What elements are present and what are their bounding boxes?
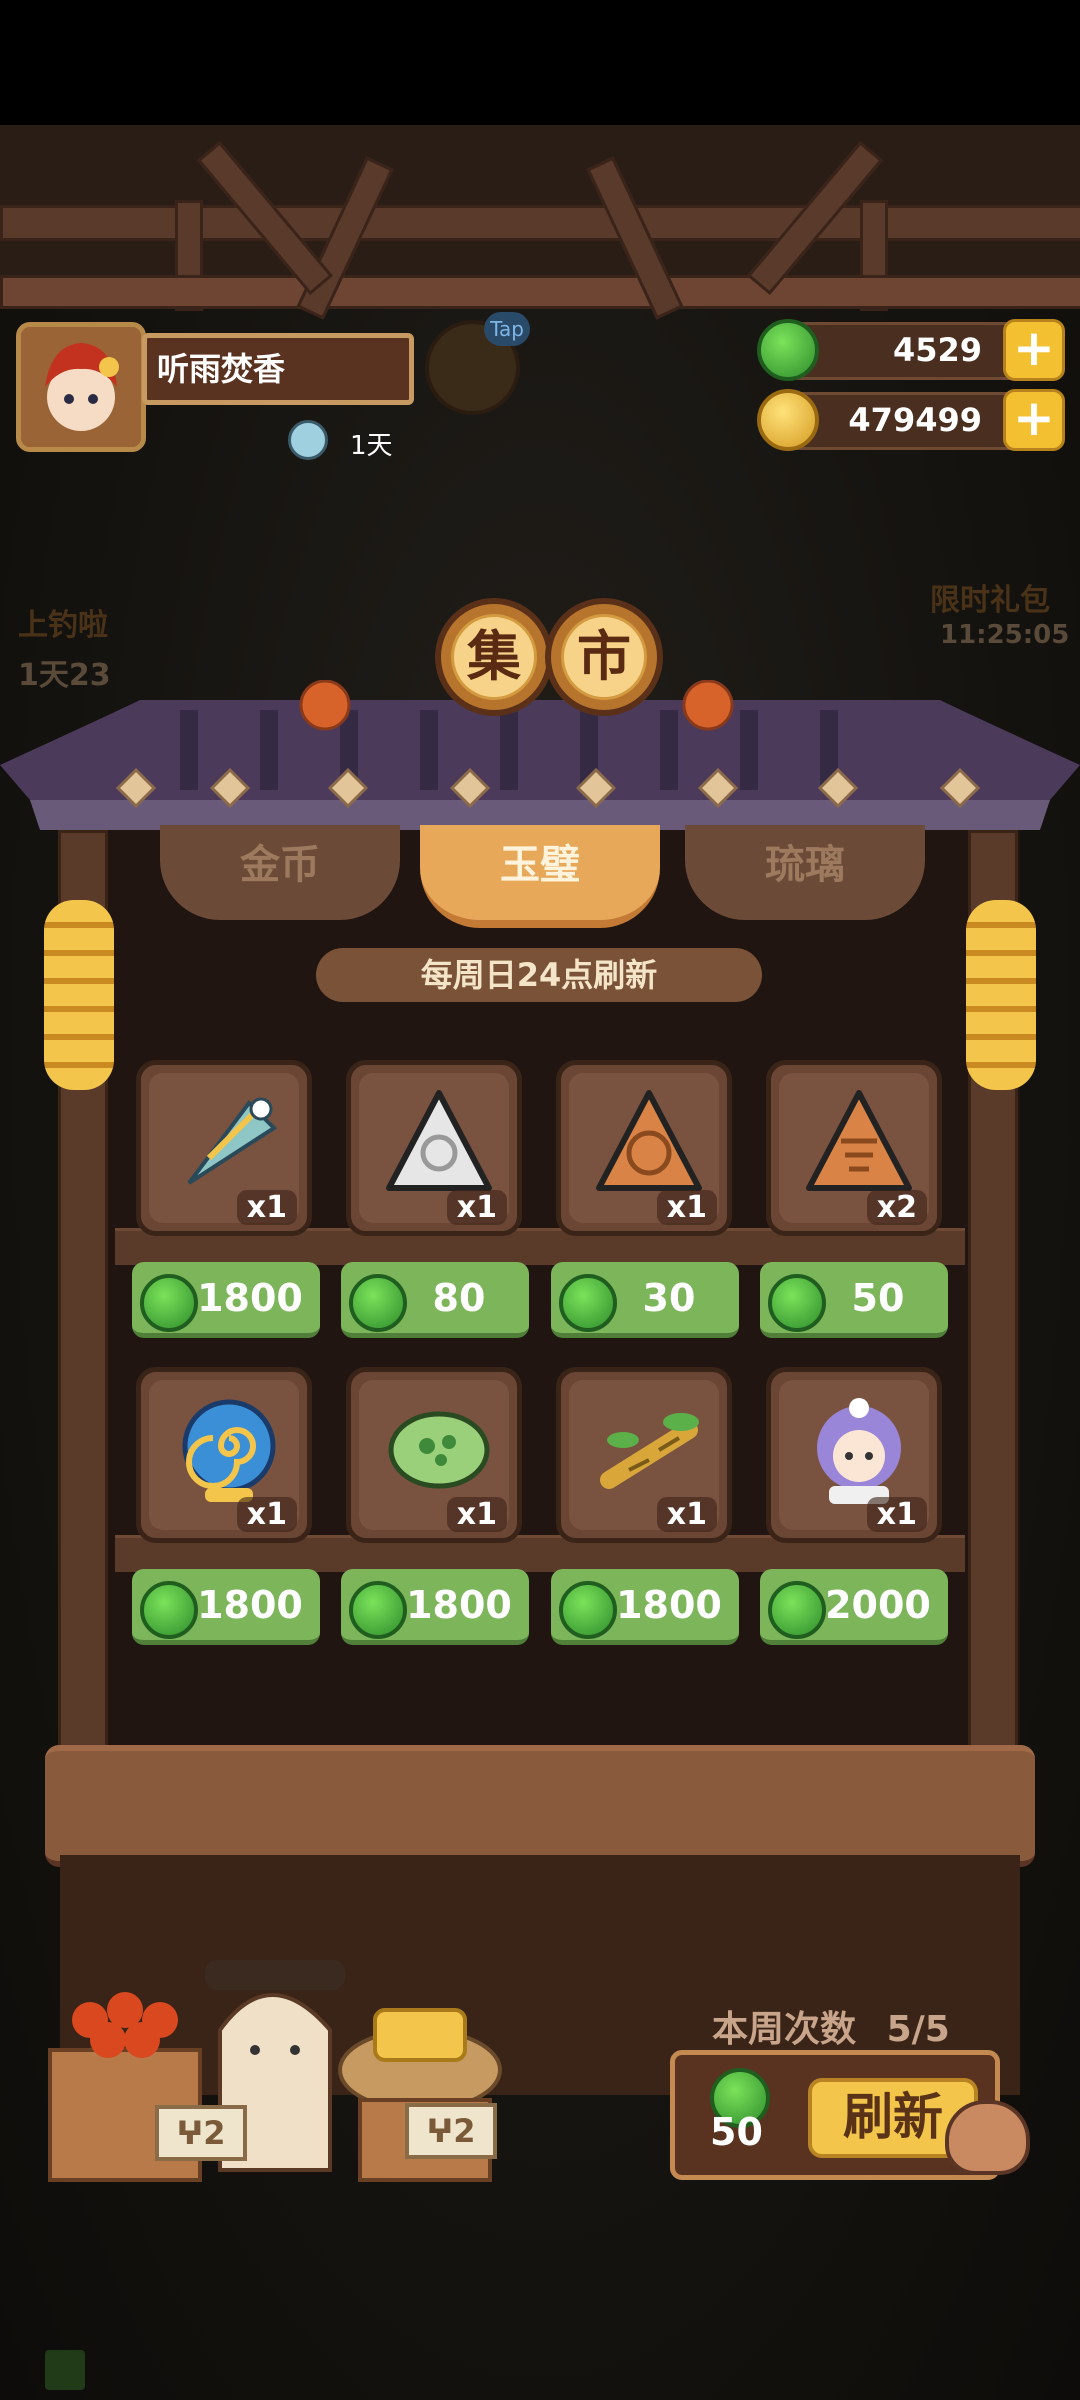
item-qty: x1 xyxy=(446,1497,507,1532)
refresh-note: 每周日24点刷新 xyxy=(316,948,762,1002)
persimmon-icon xyxy=(299,680,351,731)
persimmon-icon xyxy=(682,680,734,731)
white-stone-icon xyxy=(386,1090,492,1191)
coin-icon xyxy=(757,389,819,451)
coin-amount: 479499 xyxy=(848,401,982,439)
title-medallion-1: 集 xyxy=(435,598,553,716)
item-qty: x1 xyxy=(446,1190,507,1225)
left-event-label[interactable]: 上钓啦 xyxy=(18,600,108,644)
weekly-count-value: 5/5 xyxy=(886,2009,950,2050)
title-medallion-2: 市 xyxy=(545,598,663,716)
vendor-price-tag: ⵖ2 xyxy=(405,2103,497,2159)
mascot-icon xyxy=(945,2100,1030,2175)
item-card[interactable]: x1 xyxy=(556,1060,732,1236)
item-qty: x1 xyxy=(656,1497,717,1532)
item-qty: x1 xyxy=(236,1190,297,1225)
item-card[interactable]: x1 xyxy=(136,1367,312,1543)
price-button[interactable]: 1800 xyxy=(132,1569,320,1645)
corner-indicator-icon xyxy=(45,2350,85,2390)
tab-glaze[interactable]: 琉璃 xyxy=(685,825,925,920)
price-button[interactable]: 1800 xyxy=(341,1569,529,1645)
item-card[interactable]: x1 xyxy=(136,1060,312,1236)
tap-badge: Tap xyxy=(484,312,530,346)
orange-stone-icon xyxy=(596,1090,702,1191)
tab-jade[interactable]: 玉璧 xyxy=(420,825,660,928)
stall-roof xyxy=(0,680,1080,830)
item-card[interactable]: x1 xyxy=(346,1060,522,1236)
add-coin-button[interactable]: + xyxy=(1003,389,1065,451)
price-value: 80 xyxy=(432,1276,486,1320)
weekly-label: 本周次数 xyxy=(712,2009,857,2050)
vendor-price-tag: ⵖ2 xyxy=(155,2105,247,2161)
price-value: 1800 xyxy=(197,1583,303,1627)
green-jade-icon xyxy=(388,1411,490,1489)
stall-counter xyxy=(45,1745,1035,1867)
item-card[interactable]: x1 xyxy=(766,1367,942,1543)
price-button[interactable]: 1800 xyxy=(132,1262,320,1338)
refresh-cost: 50 xyxy=(710,2110,763,2154)
jade-amount: 4529 xyxy=(892,331,982,369)
item-qty: x2 xyxy=(866,1190,927,1225)
days-label: 1天 xyxy=(350,431,393,461)
price-button[interactable]: 50 xyxy=(760,1262,948,1338)
price-button[interactable]: 1800 xyxy=(551,1569,739,1645)
right-event-label[interactable]: 限时礼包 xyxy=(930,575,1050,619)
hanging-corn-left-icon xyxy=(44,900,114,1090)
price-button[interactable]: 80 xyxy=(341,1262,529,1338)
item-card[interactable]: x1 xyxy=(556,1367,732,1543)
rune-stone-icon xyxy=(806,1090,912,1191)
tab-gold[interactable]: 金币 xyxy=(160,825,400,920)
jade-currency: 4529 + xyxy=(757,319,1065,381)
coin-currency: 479499 + xyxy=(757,389,1065,451)
title-char-1: 集 xyxy=(451,614,537,700)
item-qty: x1 xyxy=(236,1497,297,1532)
price-button[interactable]: 30 xyxy=(551,1262,739,1338)
speed-badge-icon xyxy=(288,420,328,460)
item-card[interactable]: x1 xyxy=(346,1367,522,1543)
price-value: 50 xyxy=(851,1276,905,1320)
jade-icon xyxy=(757,319,819,381)
spiral-shell-icon xyxy=(182,1399,276,1502)
add-jade-button[interactable]: + xyxy=(1003,319,1065,381)
title-char-2: 市 xyxy=(561,614,647,700)
umbrella-icon xyxy=(187,1097,278,1185)
item-qty: x1 xyxy=(656,1190,717,1225)
price-value: 2000 xyxy=(825,1583,931,1627)
player-avatar[interactable] xyxy=(16,322,146,452)
price-value: 30 xyxy=(642,1276,696,1320)
weekly-count: 本周次数 5/5 xyxy=(712,2000,950,2052)
price-value: 1800 xyxy=(406,1583,512,1627)
character-icon xyxy=(817,1398,901,1504)
tap-button[interactable]: Tap xyxy=(425,312,530,415)
roof-beams xyxy=(0,125,1080,320)
price-value: 1800 xyxy=(616,1583,722,1627)
player-name: 听雨焚香 xyxy=(142,333,414,405)
price-value: 1800 xyxy=(197,1276,303,1320)
item-card[interactable]: x2 xyxy=(766,1060,942,1236)
price-button[interactable]: 2000 xyxy=(760,1569,948,1645)
item-qty: x1 xyxy=(866,1497,927,1532)
bamboo-icon xyxy=(600,1413,699,1489)
right-event-timer: 11:25:05 xyxy=(940,620,1070,650)
hanging-corn-right-icon xyxy=(966,900,1036,1090)
